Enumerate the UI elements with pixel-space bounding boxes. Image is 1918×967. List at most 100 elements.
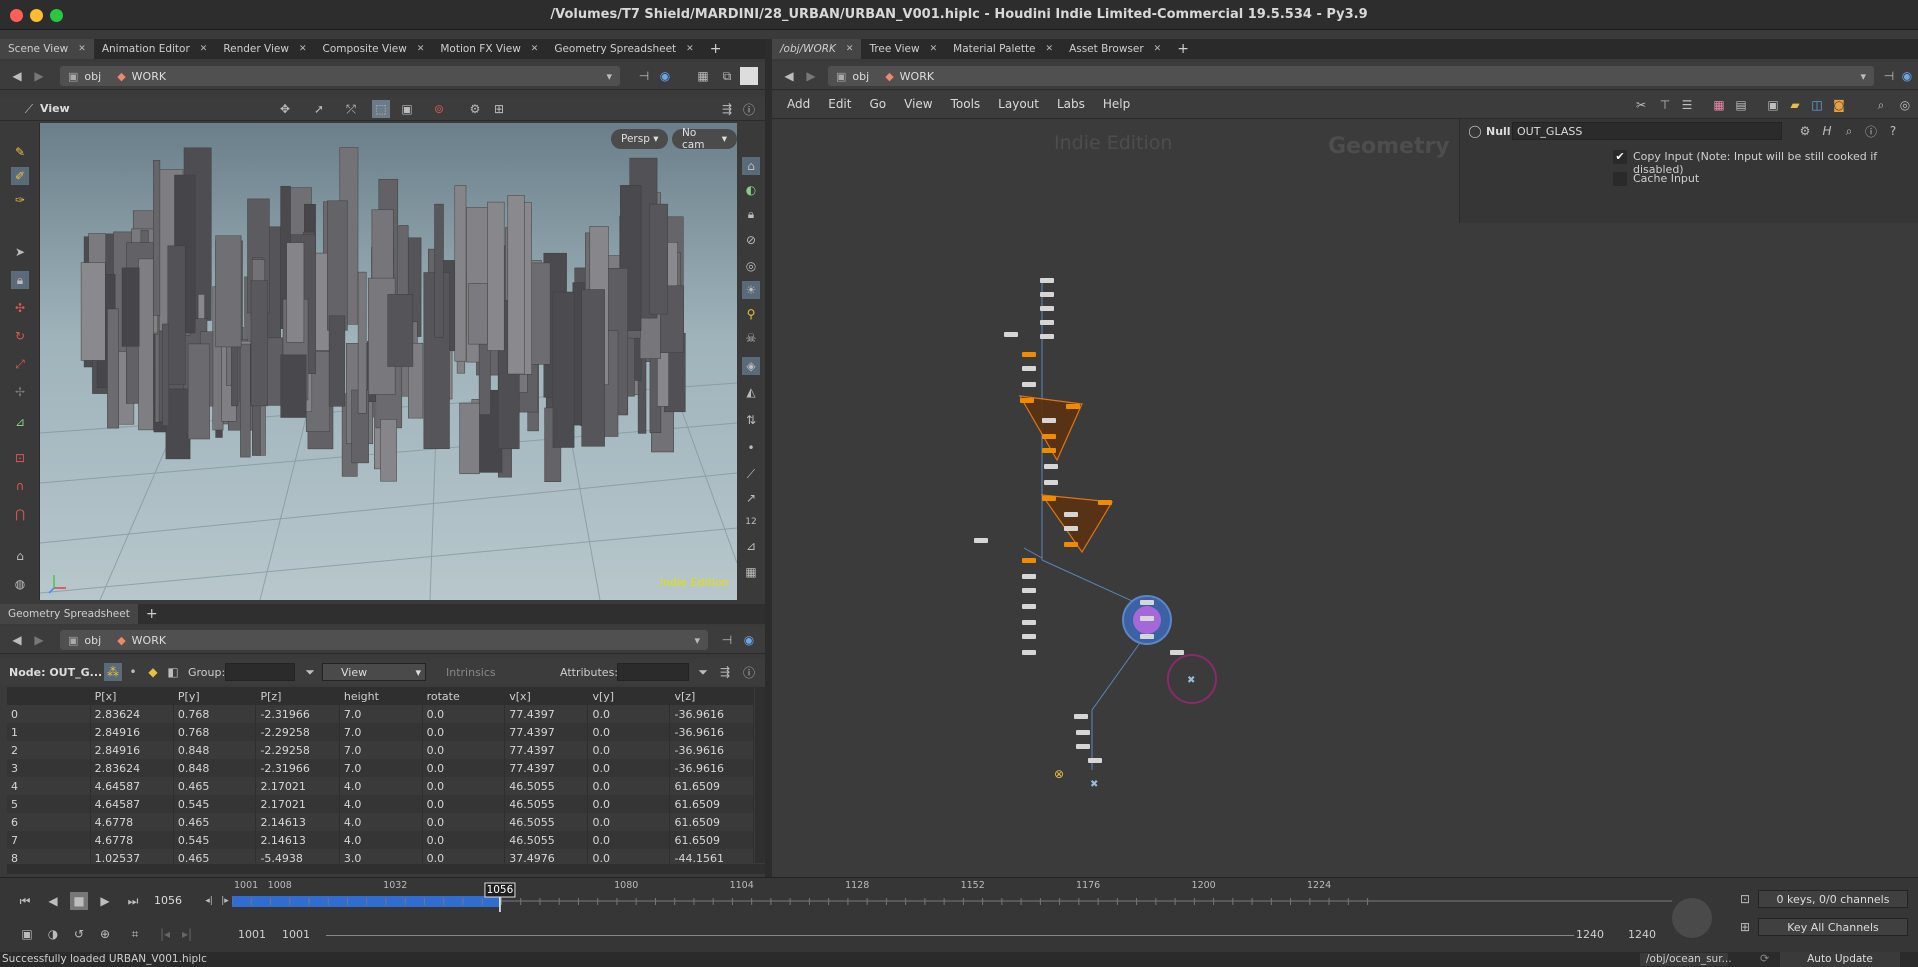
- menu-item-add[interactable]: Add: [787, 97, 810, 111]
- menu-item-tools[interactable]: Tools: [951, 97, 981, 111]
- vertical-scrollbar[interactable]: [755, 687, 765, 863]
- snap-grid-icon[interactable]: ⊡: [11, 449, 29, 467]
- close-icon[interactable]: ✕: [299, 44, 307, 54]
- magnet-icon[interactable]: ∩: [11, 477, 29, 495]
- node[interactable]: [1064, 512, 1078, 517]
- column-header[interactable]: v[x]: [504, 687, 589, 705]
- table-row[interactable]: 5 4.64587 0.545 2.17021 4.0 0.0 46.5055 0.0 61.6…: [7, 795, 754, 813]
- menu-item-labs[interactable]: Labs: [1057, 97, 1085, 111]
- display-options-icon[interactable]: ▦: [694, 67, 712, 85]
- spreadsheet-table[interactable]: P[x] P[y] P[z] height rotate v[x] v[y] v[z] 0 2.…: [7, 687, 754, 863]
- channel-icon[interactable]: ⊞: [1736, 918, 1754, 936]
- table-row[interactable]: 8 1.02537 0.465 -5.4938 3.0 0.0 37.4976 0.0 -44.…: [7, 849, 754, 863]
- record-icon[interactable]: ⊚: [430, 100, 448, 118]
- magnet-point-icon[interactable]: ⋂: [11, 505, 29, 523]
- back-arrow-icon[interactable]: ◀: [8, 67, 26, 85]
- add-tab-plus-icon[interactable]: +: [1169, 39, 1197, 59]
- ghost-icon[interactable]: ◐: [742, 181, 760, 199]
- keyframe-icon[interactable]: ⊡: [1736, 890, 1754, 908]
- uv-icon[interactable]: ⊿: [742, 537, 760, 555]
- network-editor[interactable]: Indie Edition Geometry ✖ ⊗ ✖: [772, 120, 1918, 877]
- prev-range-icon[interactable]: |◂: [156, 925, 174, 943]
- display-icon[interactable]: ▣: [398, 100, 416, 118]
- jump-start-icon[interactable]: ⏮: [16, 892, 34, 910]
- table-row[interactable]: 0 2.83624 0.768 -2.31966 7.0 0.0 77.4397 0.0 -36…: [7, 705, 754, 723]
- selection-active-icon[interactable]: ⬚: [372, 100, 390, 118]
- pin-icon[interactable]: ⊣: [718, 631, 736, 649]
- points-mode-icon[interactable]: ⁂: [104, 663, 122, 681]
- tab-tree-view[interactable]: Tree View ✕: [861, 39, 945, 59]
- node[interactable]: [1076, 730, 1090, 735]
- group-field[interactable]: [225, 663, 295, 681]
- pointer-icon[interactable]: ➤: [11, 243, 29, 261]
- node[interactable]: [1022, 382, 1036, 387]
- grid-icon[interactable]: ▦: [1710, 96, 1728, 114]
- current-frame-field[interactable]: 1056: [150, 891, 200, 909]
- node[interactable]: [1088, 758, 1102, 763]
- close-icon[interactable]: ✕: [1046, 44, 1054, 54]
- menu-item-view[interactable]: View: [904, 97, 932, 111]
- tab-animation-editor[interactable]: Animation Editor ✕: [94, 39, 216, 59]
- horizontal-scrollbar[interactable]: [7, 864, 765, 874]
- node[interactable]: [1042, 496, 1056, 501]
- back-arrow-icon[interactable]: ◀: [780, 67, 798, 85]
- node[interactable]: [1042, 418, 1056, 423]
- close-icon[interactable]: ✕: [417, 44, 425, 54]
- column-header[interactable]: P[x]: [90, 687, 174, 705]
- gear-icon[interactable]: ⚙: [1796, 122, 1814, 140]
- node[interactable]: [1074, 714, 1088, 719]
- column-header[interactable]: v[z]: [669, 687, 754, 705]
- node[interactable]: [1040, 292, 1054, 297]
- close-icon[interactable]: ✕: [930, 44, 938, 54]
- path-obj[interactable]: obj: [84, 634, 101, 647]
- link-icon[interactable]: ◉: [1898, 67, 1916, 85]
- cache-input-checkbox[interactable]: [1613, 172, 1627, 186]
- node[interactable]: [974, 538, 988, 543]
- help-icon[interactable]: ⓘ: [740, 663, 758, 681]
- range-slider[interactable]: [326, 935, 1574, 936]
- refresh-icon[interactable]: ⟳: [1760, 952, 1769, 965]
- node[interactable]: [1022, 604, 1036, 609]
- viewer-options-icon[interactable]: ⇶: [718, 100, 736, 118]
- tools-icon[interactable]: ✂: [1632, 96, 1650, 114]
- numbers-icon[interactable]: 12: [742, 513, 760, 531]
- tab-geometry-spreadsheet[interactable]: Geometry Spreadsheet ✕: [546, 39, 701, 59]
- handle-icon[interactable]: ⊿: [11, 413, 29, 431]
- attributes-field[interactable]: [617, 663, 689, 681]
- light-icon[interactable]: ☀: [742, 281, 760, 299]
- rotate-icon[interactable]: ↻: [11, 327, 29, 345]
- bucket-icon[interactable]: ◙: [1830, 96, 1848, 114]
- maximize-icon[interactable]: [740, 67, 758, 85]
- tab-geometry-spreadsheet-lower[interactable]: Geometry Spreadsheet: [0, 604, 138, 624]
- transform-icon[interactable]: ⤱: [342, 100, 360, 118]
- bulb-icon[interactable]: ⚲: [742, 305, 760, 323]
- menu-item-go[interactable]: Go: [869, 97, 886, 111]
- copy-input-checkbox[interactable]: ✔: [1613, 150, 1627, 164]
- tab-render-view[interactable]: Render View ✕: [215, 39, 314, 59]
- next-range-icon[interactable]: ▸|: [178, 925, 196, 943]
- global-anim-icon[interactable]: ⊕: [96, 925, 114, 943]
- search-icon[interactable]: ⌕: [1840, 122, 1858, 140]
- column-header[interactable]: height: [339, 687, 423, 705]
- node-name-field[interactable]: OUT_GLASS: [1512, 122, 1782, 140]
- menu-item-layout[interactable]: Layout: [998, 97, 1039, 111]
- layout-icon[interactable]: ▤: [1732, 96, 1750, 114]
- backface-icon[interactable]: ◭: [742, 383, 760, 401]
- forward-arrow-icon[interactable]: ▶: [802, 67, 820, 85]
- key-all-channels-dropdown[interactable]: Key All Channels: [1758, 918, 1908, 936]
- node[interactable]: [1022, 634, 1036, 639]
- view-lock-icon[interactable]: 🔒︎: [742, 205, 760, 223]
- skull-icon[interactable]: ☠: [742, 329, 760, 347]
- path-work[interactable]: WORK: [900, 70, 934, 83]
- sticky-note-icon[interactable]: ▰: [1786, 96, 1804, 114]
- image-icon[interactable]: ▣: [1764, 96, 1782, 114]
- shading-icon[interactable]: ◎: [742, 257, 760, 275]
- filter-icon[interactable]: ⏷: [301, 663, 319, 681]
- camera-dropdown[interactable]: No cam ▾: [672, 127, 737, 151]
- node[interactable]: [1140, 600, 1154, 605]
- node[interactable]: [1040, 306, 1054, 311]
- key-dial-icon[interactable]: [1672, 898, 1712, 938]
- eraser-icon[interactable]: ✑: [11, 191, 29, 209]
- node[interactable]: [1022, 650, 1036, 655]
- node[interactable]: [1020, 398, 1034, 403]
